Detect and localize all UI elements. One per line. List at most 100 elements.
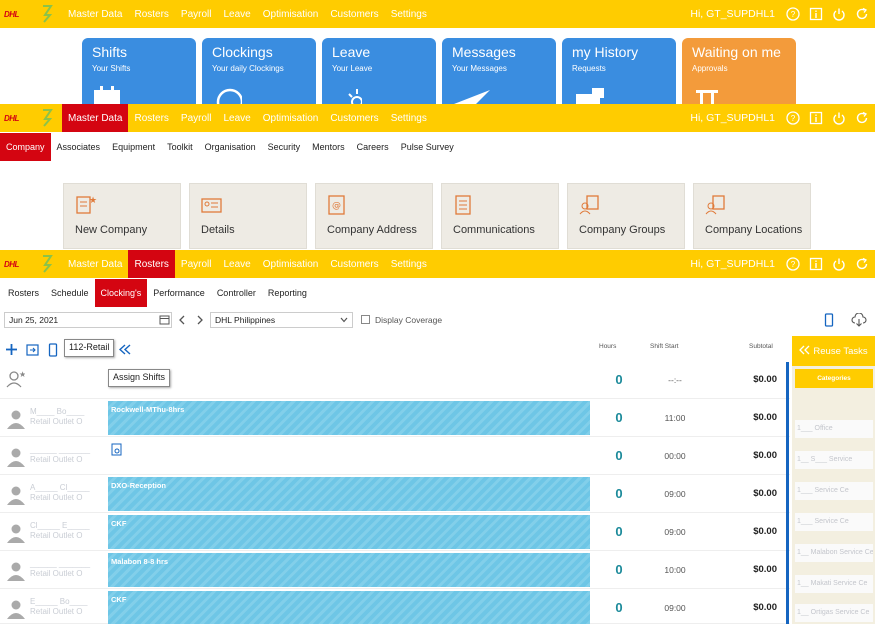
nav-master-data[interactable]: Master Data bbox=[62, 250, 128, 278]
category-item[interactable]: 1__ Malabon Service Ce bbox=[795, 544, 873, 562]
import-icon[interactable] bbox=[26, 343, 39, 359]
category-item[interactable]: 1__ Ortigas Service Ce bbox=[795, 604, 873, 622]
nav-leave[interactable]: Leave bbox=[218, 104, 257, 132]
subnav-equipment[interactable]: Equipment bbox=[106, 133, 161, 161]
shift-bar[interactable]: CKF bbox=[108, 591, 590, 624]
tile-leave[interactable]: Leave Your Leave bbox=[322, 38, 436, 104]
card-company-locations[interactable]: Company Locations bbox=[693, 183, 811, 249]
nav-optimisation[interactable]: Optimisation bbox=[257, 250, 325, 278]
nav-rosters[interactable]: Rosters bbox=[128, 0, 174, 28]
nav-rosters[interactable]: Rosters bbox=[128, 104, 174, 132]
location-select[interactable]: DHL Philippines bbox=[210, 312, 353, 328]
category-item[interactable]: 1___ Office bbox=[795, 420, 873, 438]
nav-leave[interactable]: Leave bbox=[218, 0, 257, 28]
power-icon[interactable] bbox=[832, 7, 846, 21]
mobile-icon[interactable] bbox=[48, 343, 58, 360]
category-item[interactable]: 1___ Service Ce bbox=[795, 482, 873, 500]
user-greeting[interactable]: Hi, GT_SUPDHL1 bbox=[690, 8, 775, 20]
shift-bar[interactable]: Malabon 8-8 hrs bbox=[108, 553, 590, 587]
power-icon[interactable] bbox=[832, 111, 846, 125]
subnav-careers[interactable]: Careers bbox=[351, 133, 395, 161]
nav-payroll[interactable]: Payroll bbox=[175, 250, 218, 278]
card-new-company[interactable]: ★ New Company bbox=[63, 183, 181, 249]
subnav-reporting[interactable]: Reporting bbox=[262, 279, 313, 307]
nav-customers[interactable]: Customers bbox=[324, 0, 384, 28]
assign-shifts-button[interactable]: Assign Shifts bbox=[108, 369, 171, 387]
mobile-icon[interactable] bbox=[824, 313, 834, 330]
table-row[interactable]: M____ Bo____ Retail Outlet O Rockwell-MT… bbox=[0, 399, 790, 437]
power-icon[interactable] bbox=[832, 257, 846, 271]
nav-settings[interactable]: Settings bbox=[385, 0, 433, 28]
tile-messages[interactable]: Messages Your Messages bbox=[442, 38, 556, 104]
card-communications[interactable]: Communications bbox=[441, 183, 559, 249]
category-item[interactable]: 1___ Service Ce bbox=[795, 513, 873, 531]
refresh-icon[interactable] bbox=[855, 7, 869, 21]
tile-shifts[interactable]: Shifts Your Shifts bbox=[82, 38, 196, 104]
subnav-pulse-survey[interactable]: Pulse Survey bbox=[395, 133, 460, 161]
nav-customers[interactable]: Customers bbox=[324, 104, 384, 132]
info-icon[interactable] bbox=[809, 257, 823, 271]
add-icon[interactable] bbox=[5, 343, 18, 359]
table-row[interactable]: ______ _______ Retail Outlet O 0 00:00 $… bbox=[0, 437, 790, 475]
table-row[interactable]: E_____ Bo____ Retail Outlet O CKF 0 09:0… bbox=[0, 589, 790, 624]
user-greeting[interactable]: Hi, GT_SUPDHL1 bbox=[690, 258, 775, 270]
nav-settings[interactable]: Settings bbox=[385, 104, 433, 132]
nav-settings[interactable]: Settings bbox=[385, 250, 433, 278]
help-icon[interactable]: ? bbox=[786, 111, 800, 125]
tile-waiting-on-me[interactable]: Waiting on me Approvals bbox=[682, 38, 796, 104]
shift-bar[interactable]: DXO-Reception bbox=[108, 477, 590, 511]
shift-bar[interactable]: CKF bbox=[108, 515, 590, 549]
subnav-controller[interactable]: Controller bbox=[211, 279, 262, 307]
category-item[interactable]: 1__ S___ Service bbox=[795, 451, 873, 469]
nav-customers[interactable]: Customers bbox=[324, 250, 384, 278]
tile-my-history[interactable]: my History Requests bbox=[562, 38, 676, 104]
shift-bar[interactable]: Rockwell-MThu-8hrs bbox=[108, 401, 590, 435]
card-company-groups[interactable]: Company Groups bbox=[567, 183, 685, 249]
nav-payroll[interactable]: Payroll bbox=[175, 0, 218, 28]
subnav-toolkit[interactable]: Toolkit bbox=[161, 133, 199, 161]
nav-payroll[interactable]: Payroll bbox=[175, 104, 218, 132]
card-company-address[interactable]: @ Company Address bbox=[315, 183, 433, 249]
user-greeting[interactable]: Hi, GT_SUPDHL1 bbox=[690, 112, 775, 124]
card-details[interactable]: Details bbox=[189, 183, 307, 249]
reuse-tasks-header[interactable]: Reuse Tasks bbox=[792, 336, 875, 366]
subnav-clockings[interactable]: Clocking's bbox=[94, 279, 148, 307]
nav-optimisation[interactable]: Optimisation bbox=[257, 104, 325, 132]
help-icon[interactable]: ? bbox=[786, 7, 800, 21]
subnav-mentors[interactable]: Mentors bbox=[306, 133, 351, 161]
collapse-left-icon[interactable] bbox=[118, 343, 132, 359]
date-field[interactable]: Jun 25, 2021 bbox=[4, 312, 172, 328]
scrollbar[interactable] bbox=[786, 362, 789, 624]
subnav-associates[interactable]: Associates bbox=[51, 133, 107, 161]
table-row[interactable]: Cl_____ E_____ Retail Outlet O CKF 0 09:… bbox=[0, 513, 790, 551]
calendar-icon[interactable] bbox=[159, 314, 170, 328]
nav-rosters[interactable]: Rosters bbox=[128, 250, 175, 278]
subnav-rosters[interactable]: Rosters bbox=[2, 279, 45, 307]
tile-subtitle: Approvals bbox=[692, 64, 728, 73]
add-person-icon[interactable]: ★ bbox=[5, 369, 26, 392]
info-icon[interactable] bbox=[809, 7, 823, 21]
coverage-checkbox[interactable] bbox=[361, 315, 370, 324]
table-row[interactable]: ______ _______ Retail Outlet O Malabon 8… bbox=[0, 551, 790, 589]
chevron-left-icon[interactable] bbox=[177, 314, 187, 329]
table-row[interactable]: A_____ Cl_____ Retail Outlet O DXO-Recep… bbox=[0, 475, 790, 513]
chevron-right-icon[interactable] bbox=[195, 314, 205, 329]
cloud-download-icon[interactable] bbox=[851, 312, 867, 330]
nav-optimisation[interactable]: Optimisation bbox=[257, 0, 325, 28]
subnav-schedule[interactable]: Schedule bbox=[45, 279, 95, 307]
subnav-organisation[interactable]: Organisation bbox=[199, 133, 262, 161]
refresh-icon[interactable] bbox=[855, 111, 869, 125]
subnav-performance[interactable]: Performance bbox=[147, 279, 211, 307]
nav-master-data[interactable]: Master Data bbox=[62, 0, 128, 28]
help-icon[interactable]: ? bbox=[786, 257, 800, 271]
refresh-icon[interactable] bbox=[855, 257, 869, 271]
info-icon[interactable] bbox=[809, 111, 823, 125]
tile-clockings[interactable]: Clockings Your daily Clockings bbox=[202, 38, 316, 104]
subnav-security[interactable]: Security bbox=[262, 133, 307, 161]
subnav-company[interactable]: Company bbox=[0, 133, 51, 161]
nav-leave[interactable]: Leave bbox=[218, 250, 257, 278]
tile-title: Leave bbox=[332, 44, 371, 60]
search-shift-icon[interactable] bbox=[111, 443, 123, 460]
category-item[interactable]: 1__ Makati Service Ce bbox=[795, 575, 873, 593]
nav-master-data[interactable]: Master Data bbox=[62, 104, 129, 132]
